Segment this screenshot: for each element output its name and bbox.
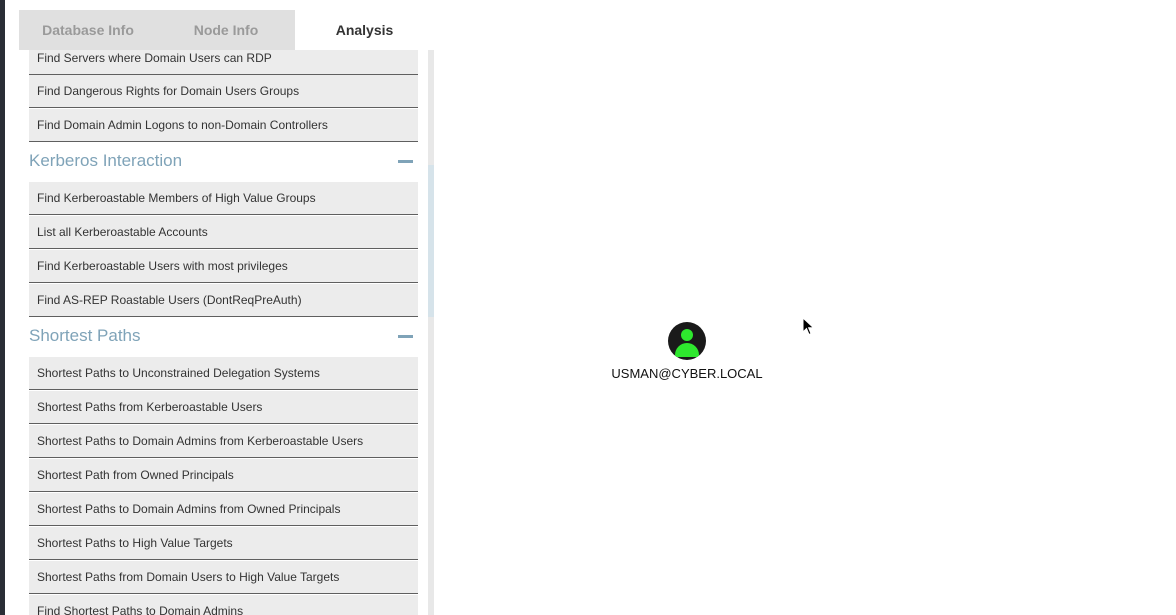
section-title: Kerberos Interaction [29, 151, 183, 170]
tab-analysis[interactable]: Analysis [295, 10, 434, 50]
query-item[interactable]: Find Kerberoastable Members of High Valu… [29, 182, 418, 215]
tab-database-info[interactable]: Database Info [19, 10, 157, 50]
query-item[interactable]: Shortest Paths to Unconstrained Delegati… [29, 357, 418, 390]
collapse-icon[interactable] [398, 335, 413, 338]
query-item[interactable]: Shortest Paths from Kerberoastable Users [29, 391, 418, 424]
section-header-shortest-paths[interactable]: Shortest Paths [29, 316, 418, 356]
section-header-kerberos[interactable]: Kerberos Interaction [29, 141, 418, 181]
query-item[interactable]: List all Kerberoastable Accounts [29, 216, 418, 249]
user-icon [681, 329, 693, 341]
scrollbar[interactable] [428, 50, 434, 615]
section-title: Shortest Paths [29, 326, 141, 345]
user-icon-body [675, 343, 699, 357]
scrollbar-thumb[interactable] [428, 165, 434, 317]
query-item[interactable]: Shortest Paths from Domain Users to High… [29, 561, 418, 594]
query-item[interactable]: Find Dangerous Rights for Domain Users G… [29, 75, 418, 108]
side-panel: Database Info Node Info Analysis Find Se… [19, 0, 434, 615]
collapse-icon[interactable] [398, 160, 413, 163]
query-item[interactable]: Shortest Path from Owned Principals [29, 459, 418, 492]
tab-bar: Database Info Node Info Analysis [19, 10, 434, 50]
tab-node-info[interactable]: Node Info [157, 10, 295, 50]
query-item[interactable]: Shortest Paths to Domain Admins from Own… [29, 493, 418, 526]
query-item[interactable]: Find Servers where Domain Users can RDP [29, 50, 418, 75]
left-edge-strip [0, 0, 5, 615]
query-item[interactable]: Shortest Paths to High Value Targets [29, 527, 418, 560]
query-item[interactable]: Find Kerberoastable Users with most priv… [29, 250, 418, 283]
query-item[interactable]: Find Domain Admin Logons to non-Domain C… [29, 109, 418, 142]
query-item[interactable]: Find Shortest Paths to Domain Admins [29, 595, 418, 615]
query-item[interactable]: Shortest Paths to Domain Admins from Ker… [29, 425, 418, 458]
graph-node-label: USMAN@CYBER.LOCAL [611, 366, 763, 381]
graph-node-user[interactable] [668, 322, 706, 360]
query-item[interactable]: Find AS-REP Roastable Users (DontReqPreA… [29, 284, 418, 317]
analysis-query-list: Find Servers where Domain Users can RDP … [19, 50, 428, 615]
mouse-cursor-icon [802, 317, 815, 336]
